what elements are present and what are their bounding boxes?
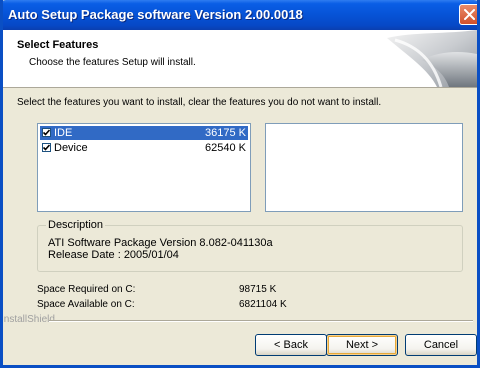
description-text: ATI Software Package Version 8.082-04113… bbox=[48, 237, 273, 249]
close-button[interactable] bbox=[459, 4, 477, 25]
feature-checkbox-device[interactable] bbox=[42, 143, 51, 152]
feature-item-ide[interactable]: IDE 36175 K bbox=[40, 126, 248, 140]
page-title: Select Features bbox=[17, 39, 99, 51]
checkmark-icon bbox=[43, 129, 50, 136]
checkmark-icon bbox=[43, 144, 50, 151]
setup-window: Auto Setup Package software Version 2.00… bbox=[0, 0, 480, 368]
installshield-graphic-icon bbox=[367, 30, 477, 87]
feature-tree[interactable]: IDE 36175 K Device 62540 K bbox=[37, 123, 251, 212]
release-date-text: Release Date : 2005/01/04 bbox=[48, 249, 179, 261]
feature-detail-panel bbox=[265, 123, 463, 212]
feature-item-device[interactable]: Device 62540 K bbox=[40, 141, 248, 155]
space-required-label: Space Required on C: bbox=[37, 284, 136, 295]
description-group: Description ATI Software Package Version… bbox=[37, 219, 463, 272]
cancel-button[interactable]: Cancel bbox=[405, 334, 477, 356]
footer-divider bbox=[49, 320, 473, 322]
description-legend: Description bbox=[46, 219, 106, 231]
close-icon bbox=[464, 9, 475, 20]
title-bar[interactable]: Auto Setup Package software Version 2.00… bbox=[3, 0, 477, 30]
feature-label: IDE bbox=[54, 127, 73, 139]
space-required-value: 98715 K bbox=[239, 284, 277, 295]
feature-size: 36175 K bbox=[205, 127, 246, 139]
space-available-value: 6821104 K bbox=[239, 299, 287, 310]
feature-checkbox-ide[interactable] bbox=[42, 128, 51, 137]
space-available-label: Space Available on C: bbox=[37, 299, 135, 310]
back-button[interactable]: < Back bbox=[255, 334, 327, 356]
header-panel: Select Features Choose the features Setu… bbox=[3, 30, 477, 88]
next-button[interactable]: Next > bbox=[326, 334, 398, 356]
installshield-label: InstallShield bbox=[1, 314, 55, 325]
feature-size: 62540 K bbox=[205, 142, 246, 154]
feature-label: Device bbox=[54, 142, 88, 154]
page-subtitle: Choose the features Setup will install. bbox=[29, 57, 196, 68]
window-title: Auto Setup Package software Version 2.00… bbox=[8, 7, 303, 22]
instruction-text: Select the features you want to install,… bbox=[17, 97, 382, 108]
